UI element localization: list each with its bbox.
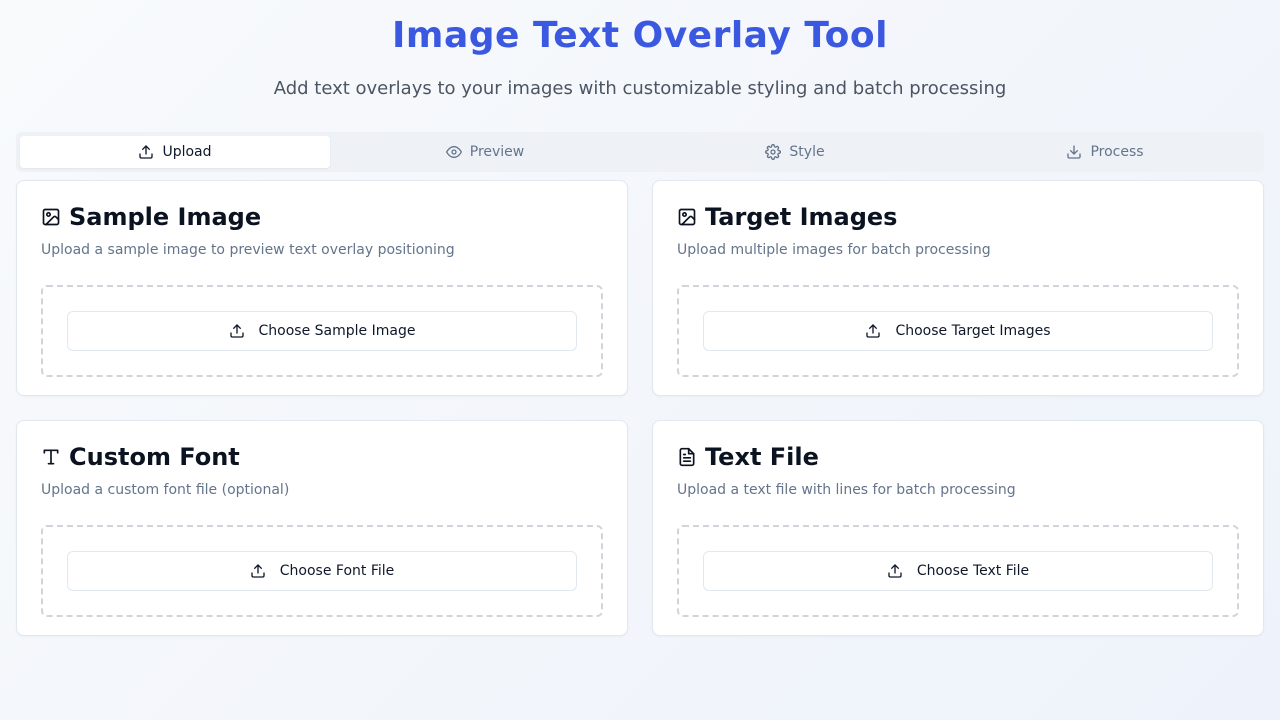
choose-text-file-button[interactable]: Choose Text File — [703, 551, 1213, 591]
custom-font-title: Custom Font — [69, 443, 240, 471]
target-images-description: Upload multiple images for batch process… — [677, 242, 991, 258]
page-header: Image Text Overlay Tool Add text overlay… — [0, 0, 1280, 102]
eye-icon — [445, 146, 462, 158]
page-subtitle: Add text overlays to your images with cu… — [273, 78, 1007, 99]
gear-icon — [765, 144, 782, 160]
choose-font-file-button[interactable]: Choose Font File — [67, 551, 577, 591]
custom-font-description: Upload a custom font file (optional) — [41, 482, 290, 498]
target-images-card-header: Target Images — [677, 205, 1239, 229]
upload-icon — [866, 324, 881, 338]
sample-image-card: Sample Image Upload a sample image to pr… — [16, 180, 628, 396]
text-file-title: Text File — [705, 443, 819, 471]
text-file-dropzone[interactable]: Choose Text File — [677, 525, 1239, 617]
custom-font-card: Custom Font Upload a custom font file (o… — [16, 420, 628, 636]
tab-style-label: Style — [789, 144, 825, 160]
text-file-card-header: Text File — [677, 445, 1239, 469]
upload-icon — [251, 564, 265, 578]
tab-preview[interactable]: Preview — [330, 136, 640, 168]
target-images-title: Target Images — [705, 203, 898, 231]
upload-icon — [139, 145, 154, 159]
choose-target-images-label: Choose Target Images — [895, 323, 1051, 339]
download-icon — [1067, 145, 1082, 159]
file-text-icon — [679, 447, 695, 467]
upload-icon — [229, 324, 244, 338]
choose-sample-image-label: Choose Sample Image — [258, 323, 416, 339]
tab-upload-label: Upload — [162, 144, 212, 160]
image-icon — [678, 208, 696, 226]
custom-font-card-header: Custom Font — [41, 445, 603, 469]
sample-image-description: Upload a sample image to preview text ov… — [41, 242, 455, 258]
type-icon — [43, 449, 59, 465]
tab-style[interactable]: Style — [640, 136, 950, 168]
sample-image-card-header: Sample Image — [41, 205, 603, 229]
upload-icon — [888, 564, 902, 578]
page-title: Image Text Overlay Tool — [392, 15, 888, 56]
tab-process[interactable]: Process — [950, 136, 1260, 168]
sample-image-title: Sample Image — [69, 203, 262, 231]
text-file-description: Upload a text file with lines for batch … — [677, 482, 1016, 498]
target-images-dropzone[interactable]: Choose Target Images — [677, 285, 1239, 377]
custom-font-dropzone[interactable]: Choose Font File — [41, 525, 603, 617]
choose-sample-image-button[interactable]: Choose Sample Image — [67, 311, 577, 351]
tab-process-label: Process — [1090, 144, 1144, 160]
target-images-card: Target Images Upload multiple images for… — [652, 180, 1264, 396]
choose-font-file-label: Choose Font File — [279, 563, 395, 579]
tab-bar: Upload Preview Style Process — [16, 132, 1264, 172]
choose-text-file-label: Choose Text File — [916, 563, 1030, 579]
tab-upload[interactable]: Upload — [20, 136, 330, 168]
choose-target-images-button[interactable]: Choose Target Images — [703, 311, 1213, 351]
text-file-card: Text File Upload a text file with lines … — [652, 420, 1264, 636]
tab-preview-label: Preview — [469, 144, 525, 160]
sample-image-dropzone[interactable]: Choose Sample Image — [41, 285, 603, 377]
image-icon — [42, 208, 60, 226]
